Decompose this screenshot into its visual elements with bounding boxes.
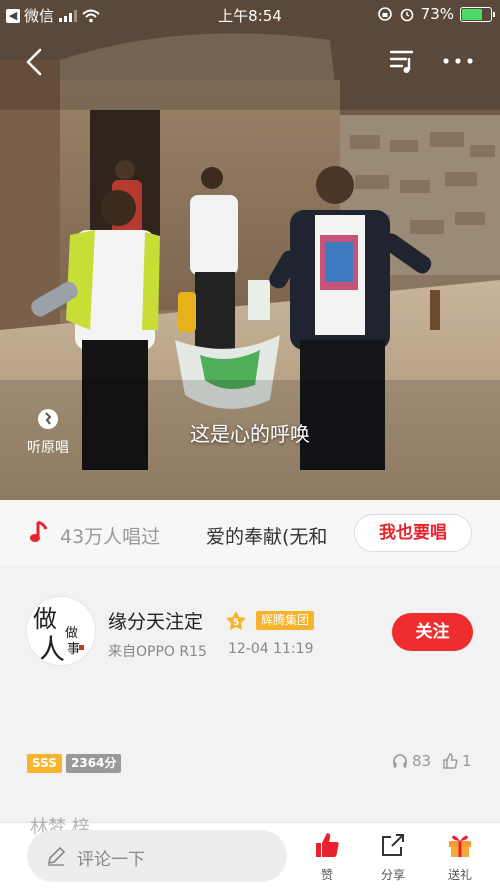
status-right: 73% [377, 5, 495, 23]
current-lyric: 这是心的呼唤 [190, 422, 310, 446]
thumbs-up-icon [443, 753, 458, 769]
vip-level-icon: 5 [226, 611, 246, 630]
playlist-icon[interactable] [388, 46, 418, 76]
device-info: 来自OPPO R15 [108, 644, 207, 660]
like-thumb-icon [316, 833, 339, 857]
sing-count: 43万人唱过 [60, 526, 161, 548]
player-top-bar [0, 40, 500, 84]
hero-photo: ◀ 微信 上午8:54 73% 听原唱 这是心的呼唤 [0, 0, 500, 500]
group-badge: 辉腾集团 [256, 611, 315, 630]
gift-icon [449, 835, 471, 857]
song-title[interactable]: 爱的奉献(无和 [206, 522, 344, 549]
gift-button[interactable]: 送礼 [435, 831, 485, 883]
rotation-lock-icon [377, 7, 392, 21]
like-count-value: 1 [462, 752, 472, 770]
battery-fill [462, 8, 483, 20]
listen-count: 83 [392, 752, 431, 770]
like-button[interactable]: 赞 [302, 831, 352, 883]
comment-placeholder: 评论一下 [77, 850, 145, 870]
avatar[interactable]: 做 人 做 事 [26, 596, 96, 666]
svg-text:5: 5 [233, 618, 239, 628]
share-icon [382, 834, 404, 856]
like-label: 赞 [320, 868, 333, 882]
alarm-icon [400, 8, 413, 22]
like-count[interactable]: 1 [442, 752, 472, 770]
back-arrow-icon[interactable] [20, 44, 50, 80]
avatar-image: 做 人 做 事 [27, 597, 95, 666]
svg-text:人: 人 [37, 633, 65, 666]
music-note-icon [30, 520, 48, 542]
svg-text:事: 事 [67, 642, 80, 657]
headphones-icon [393, 754, 407, 768]
battery-icon [460, 6, 495, 22]
battery-percent: 73% [420, 5, 454, 23]
svg-text:做: 做 [33, 605, 57, 633]
pencil-icon [47, 846, 66, 866]
bottom-action-bar: 林梦 梓 评论一下 赞 分享 送礼 [0, 817, 500, 889]
sing-too-button[interactable]: 我也要唱 [354, 514, 472, 552]
user-info-section: 做 人 做 事 缘分天注定 5 辉腾集团 来自OPPO R15 12-04 11… [0, 566, 500, 826]
more-icon[interactable] [438, 46, 478, 76]
song-bar: 43万人唱过 爱的奉献(无和 我也要唱 [0, 500, 500, 566]
points-badge: 2364分 [66, 754, 122, 773]
username[interactable]: 缘分天注定 [108, 607, 203, 634]
svg-text:做: 做 [65, 626, 78, 641]
score-grade-badge: SSS [27, 754, 62, 773]
comment-input[interactable]: 评论一下 [27, 830, 287, 882]
share-button[interactable]: 分享 [368, 831, 418, 883]
listen-count-value: 83 [412, 752, 432, 770]
status-bar: ◀ 微信 上午8:54 73% [0, 0, 500, 28]
follow-button[interactable]: 关注 [392, 613, 473, 651]
post-time: 12-04 11:19 [228, 641, 314, 657]
share-label: 分享 [380, 868, 405, 882]
gift-label: 送礼 [447, 868, 472, 882]
